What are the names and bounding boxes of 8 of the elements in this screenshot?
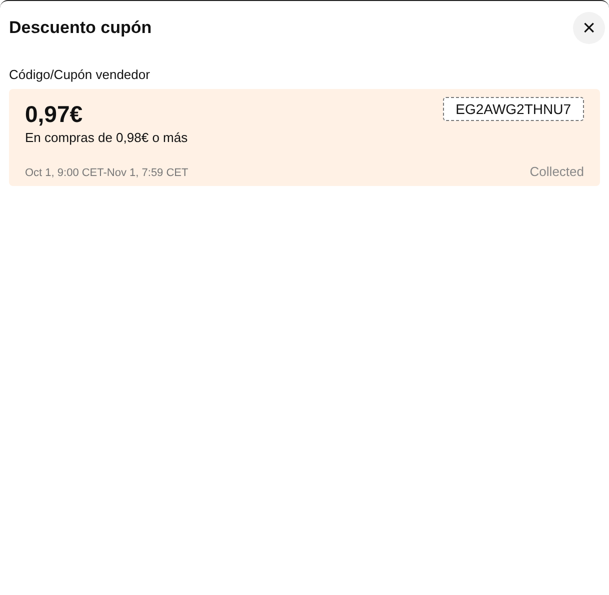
coupon-condition: En compras de 0,98€ o más [25, 130, 189, 145]
coupon-status: Collected [530, 164, 584, 179]
coupon-amount: 0,97€ [25, 101, 83, 128]
close-button[interactable]: × [573, 12, 605, 44]
validity-period: Oct 1, 9:00 CET-Nov 1, 7:59 CET [25, 167, 188, 179]
coupon-code[interactable]: EG2AWG2THNU7 [442, 97, 584, 121]
section-label: Código/Cupón vendedor [9, 67, 151, 82]
dialog-title: Descuento cupón [9, 18, 152, 38]
